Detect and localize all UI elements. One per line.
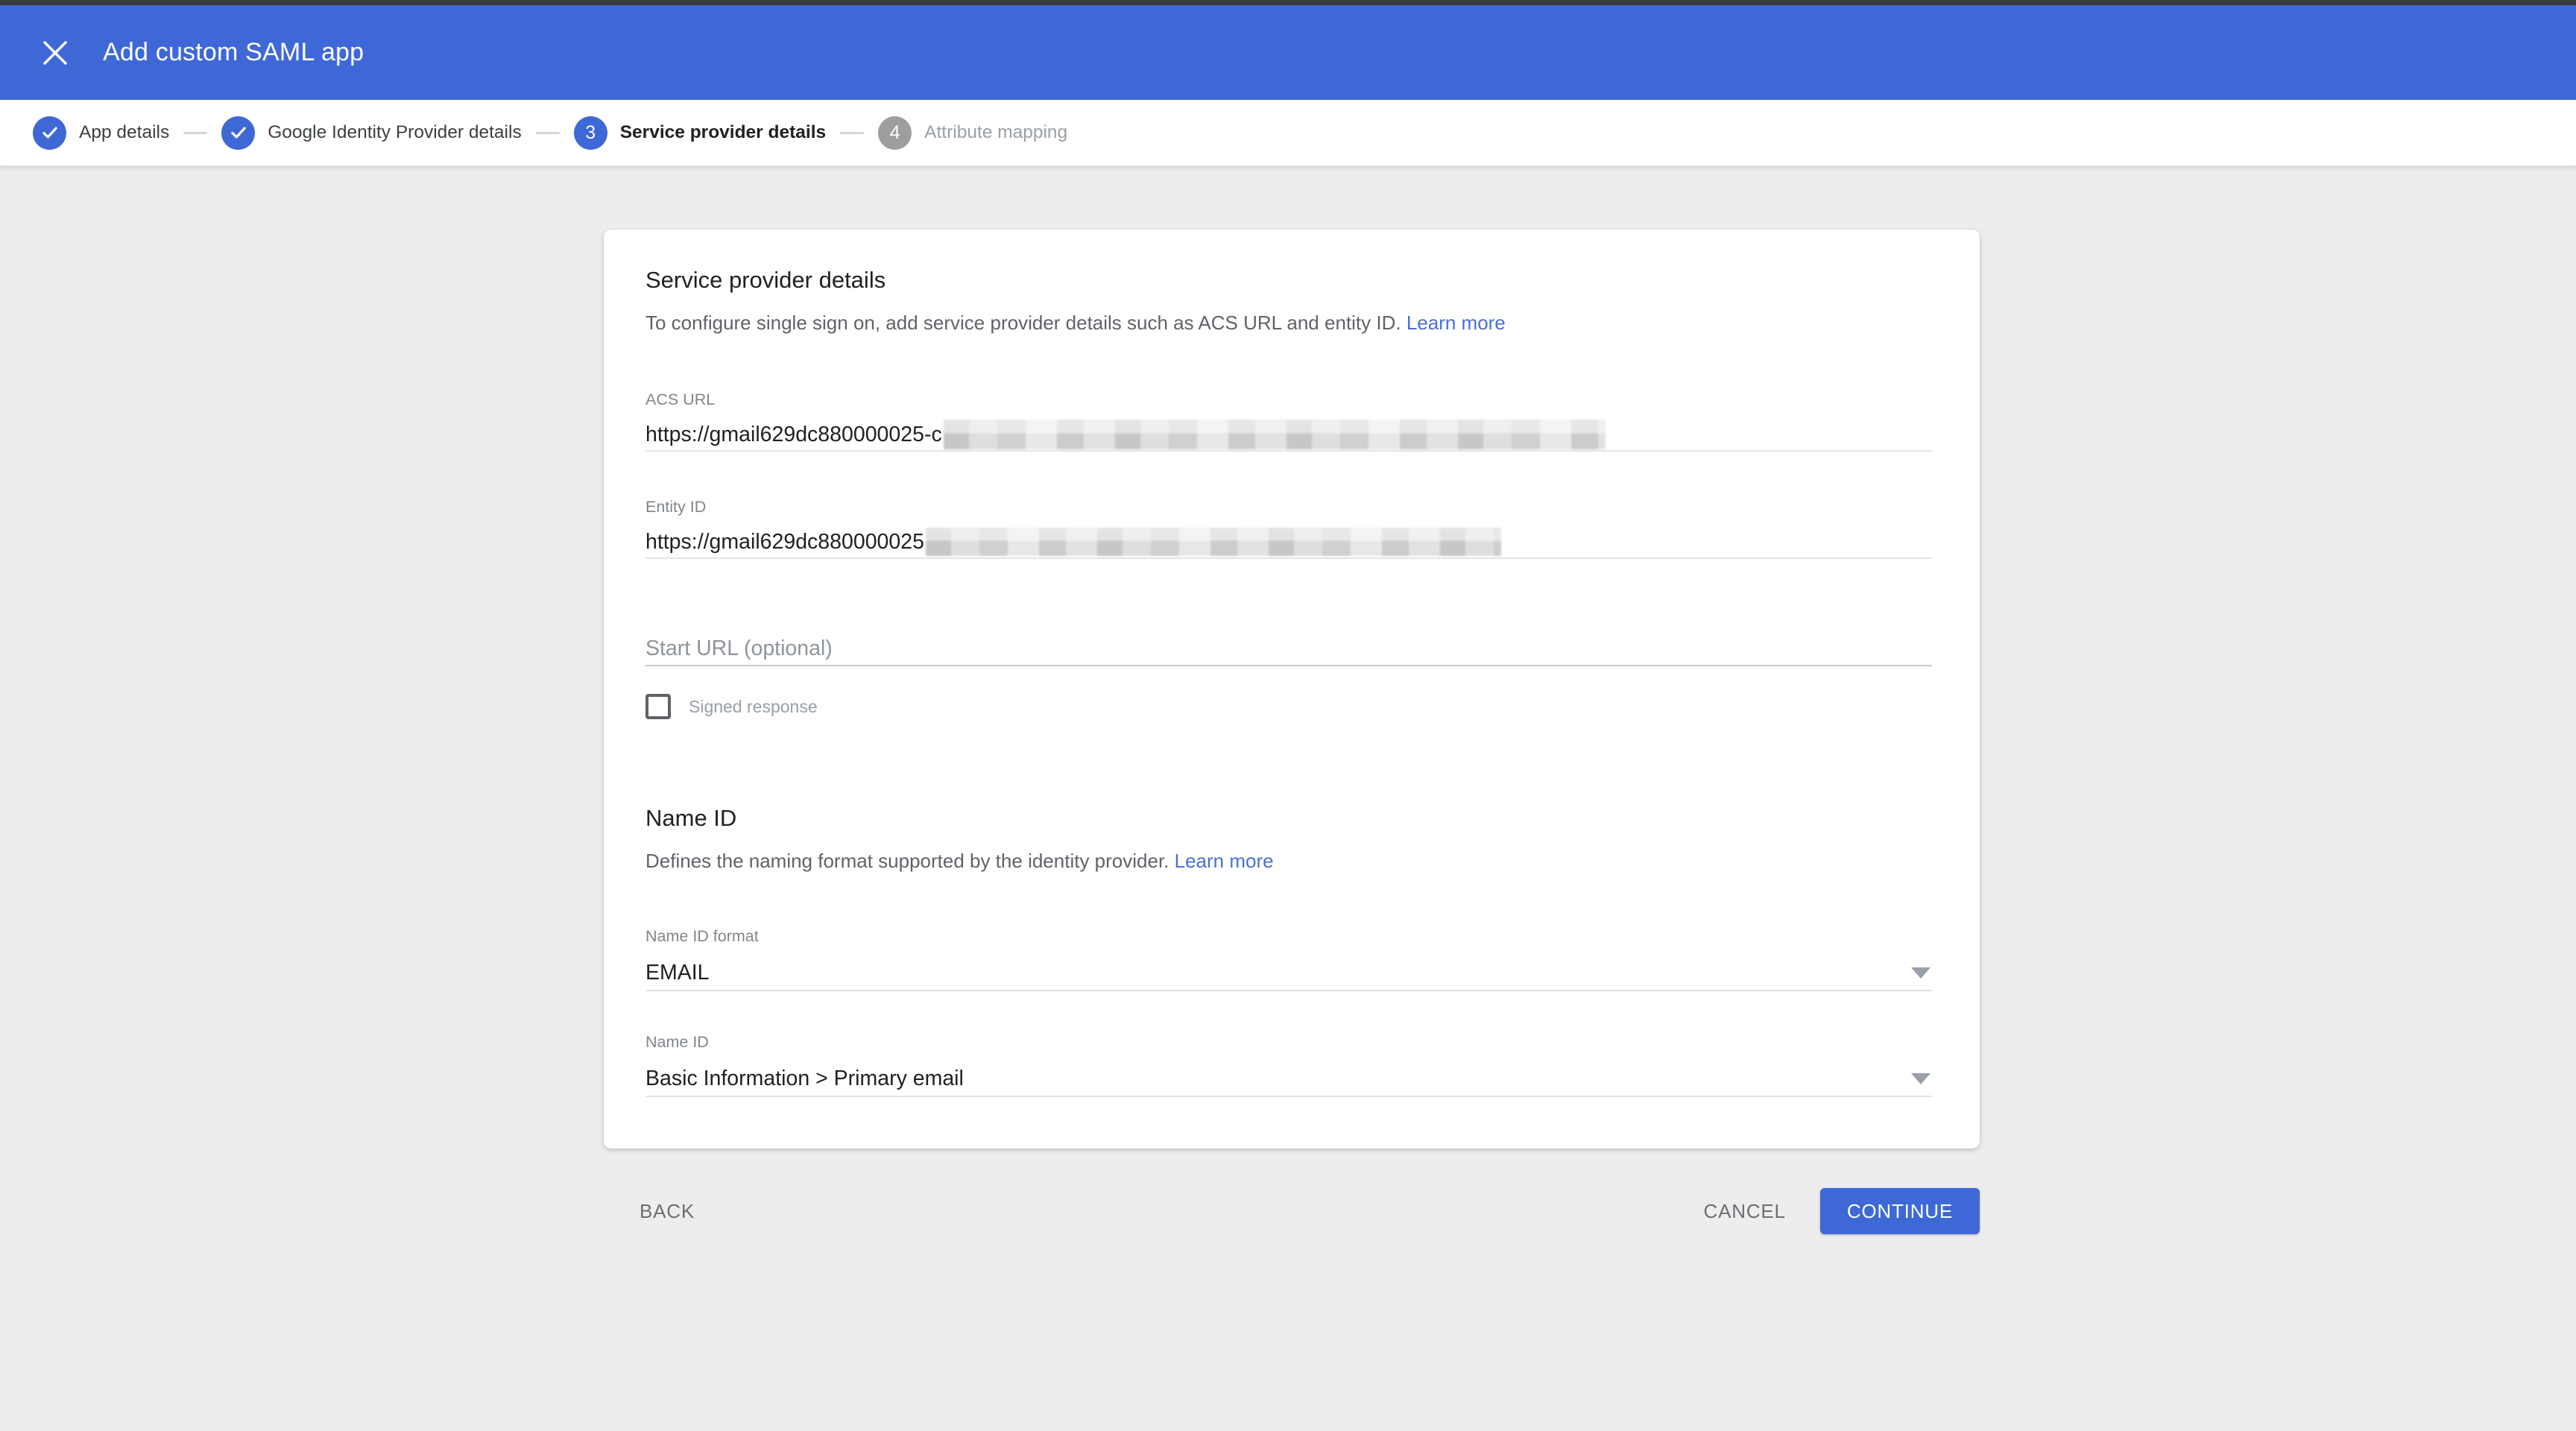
- name-id-select[interactable]: Basic Information > Primary email: [645, 1061, 1932, 1097]
- redacted-value-blur: [944, 420, 1606, 449]
- step-complete-icon: [33, 116, 66, 150]
- dialog-header: Add custom SAML app: [0, 5, 2576, 100]
- step-google-idp-details[interactable]: Google Identity Provider details: [221, 116, 521, 150]
- wizard-stepper: App details Google Identity Provider det…: [0, 100, 2576, 166]
- name-id-label: Name ID: [645, 1033, 1932, 1051]
- service-provider-details-card: Service provider details To configure si…: [604, 230, 1980, 1149]
- name-id-format-select[interactable]: EMAIL: [645, 955, 1932, 991]
- step-label: Attribute mapping: [924, 122, 1067, 143]
- acs-url-label: ACS URL: [645, 391, 1932, 408]
- checkmark-icon: [40, 123, 60, 142]
- step-service-provider-details[interactable]: 3 Service provider details: [574, 116, 826, 150]
- step-connector: [536, 132, 560, 134]
- entity-id-field[interactable]: https://gmail629dc880000025: [645, 526, 1932, 559]
- card-description: To configure single sign on, add service…: [645, 312, 1932, 334]
- dialog-title: Add custom SAML app: [103, 38, 364, 67]
- learn-more-link[interactable]: Learn more: [1407, 312, 1506, 334]
- signed-response-row: Signed response: [645, 692, 1932, 721]
- start-url-placeholder: Start URL (optional): [645, 636, 833, 661]
- step-label: App details: [79, 122, 169, 143]
- name-id-format-value: EMAIL: [645, 961, 710, 985]
- step-connector: [840, 132, 864, 134]
- acs-url-field[interactable]: https://gmail629dc880000025-c: [645, 419, 1932, 452]
- caret-down-icon: [1911, 967, 1931, 979]
- step-label: Google Identity Provider details: [268, 122, 521, 143]
- description-text: Defines the naming format supported by t…: [645, 850, 1169, 872]
- acs-url-value: https://gmail629dc880000025-c: [645, 423, 942, 447]
- name-id-heading: Name ID: [645, 805, 1932, 832]
- close-icon: [42, 40, 68, 66]
- back-button[interactable]: BACK: [632, 1190, 702, 1233]
- entity-id-label: Entity ID: [645, 498, 1932, 516]
- learn-more-link[interactable]: Learn more: [1175, 850, 1274, 872]
- step-complete-icon: [221, 116, 255, 150]
- step-label: Service provider details: [620, 122, 826, 143]
- name-id-value: Basic Information > Primary email: [645, 1067, 964, 1091]
- step-attribute-mapping: 4 Attribute mapping: [878, 116, 1067, 150]
- start-url-field[interactable]: Start URL (optional): [645, 632, 1932, 666]
- description-text: To configure single sign on, add service…: [645, 312, 1401, 334]
- step-number-badge: 4: [878, 116, 912, 150]
- step-number-badge: 3: [574, 116, 607, 150]
- checkmark-icon: [229, 123, 248, 142]
- name-id-description: Defines the naming format supported by t…: [645, 850, 1932, 872]
- name-id-format-label: Name ID format: [645, 927, 1932, 945]
- signed-response-checkbox[interactable]: [645, 694, 671, 719]
- entity-id-value: https://gmail629dc880000025: [645, 530, 924, 555]
- signed-response-label: Signed response: [689, 697, 818, 717]
- close-button[interactable]: [34, 32, 76, 74]
- continue-button[interactable]: CONTINUE: [1820, 1188, 1980, 1234]
- card-heading: Service provider details: [645, 267, 1932, 294]
- redacted-value-blur: [926, 528, 1501, 556]
- caret-down-icon: [1911, 1073, 1931, 1084]
- step-app-details[interactable]: App details: [33, 116, 169, 150]
- browser-chrome-strip: [0, 0, 2576, 5]
- cancel-button[interactable]: CANCEL: [1696, 1190, 1793, 1233]
- wizard-footer: BACK CANCEL CONTINUE: [604, 1185, 1980, 1237]
- step-connector: [183, 132, 207, 134]
